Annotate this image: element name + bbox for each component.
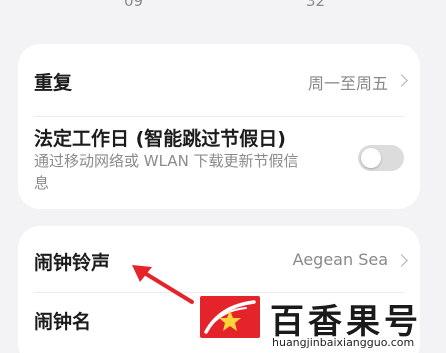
holiday-label: 法定工作日 (智能跳过节假日) [34, 128, 286, 150]
chevron-right-icon [395, 74, 408, 87]
watermark: 百香果号 huangjinbaixiangguo.com [198, 294, 446, 353]
alarm-settings-card-top: 重复 周一至周五 法定工作日 (智能跳过节假日) 通过移动网络或 WLAN 下载… [18, 44, 420, 209]
repeat-label: 重复 [34, 72, 73, 94]
watermark-logo-icon [200, 296, 260, 338]
watermark-url: huangjinbaixiangguo.com [272, 336, 415, 349]
chevron-right-icon [395, 254, 408, 267]
ringtone-row[interactable]: 闹钟铃声 Aegean Sea [18, 226, 420, 292]
hour-digit: 09 [124, 0, 144, 10]
holiday-description: 通过移动网络或 WLAN 下载更新节假信 息 [34, 150, 334, 194]
alarm-name-label: 闹钟名 [34, 311, 92, 333]
time-picker-peek[interactable]: 09 32 [0, 0, 446, 12]
repeat-row[interactable]: 重复 周一至周五 [18, 44, 420, 116]
repeat-value: 周一至周五 [307, 74, 388, 93]
minute-digit: 32 [306, 0, 326, 10]
holiday-desc-line2: 息 [34, 174, 50, 192]
annotation-arrow-icon [132, 265, 194, 304]
ringtone-value: Aegean Sea [292, 250, 388, 269]
holiday-toggle[interactable] [358, 145, 404, 171]
star-logo-icon [204, 300, 256, 334]
holiday-row[interactable]: 法定工作日 (智能跳过节假日) 通过移动网络或 WLAN 下载更新节假信 息 [18, 117, 420, 207]
toggle-knob [361, 148, 381, 168]
ringtone-label: 闹钟铃声 [34, 252, 111, 274]
holiday-desc-line1: 通过移动网络或 WLAN 下载更新节假信 [34, 152, 299, 170]
